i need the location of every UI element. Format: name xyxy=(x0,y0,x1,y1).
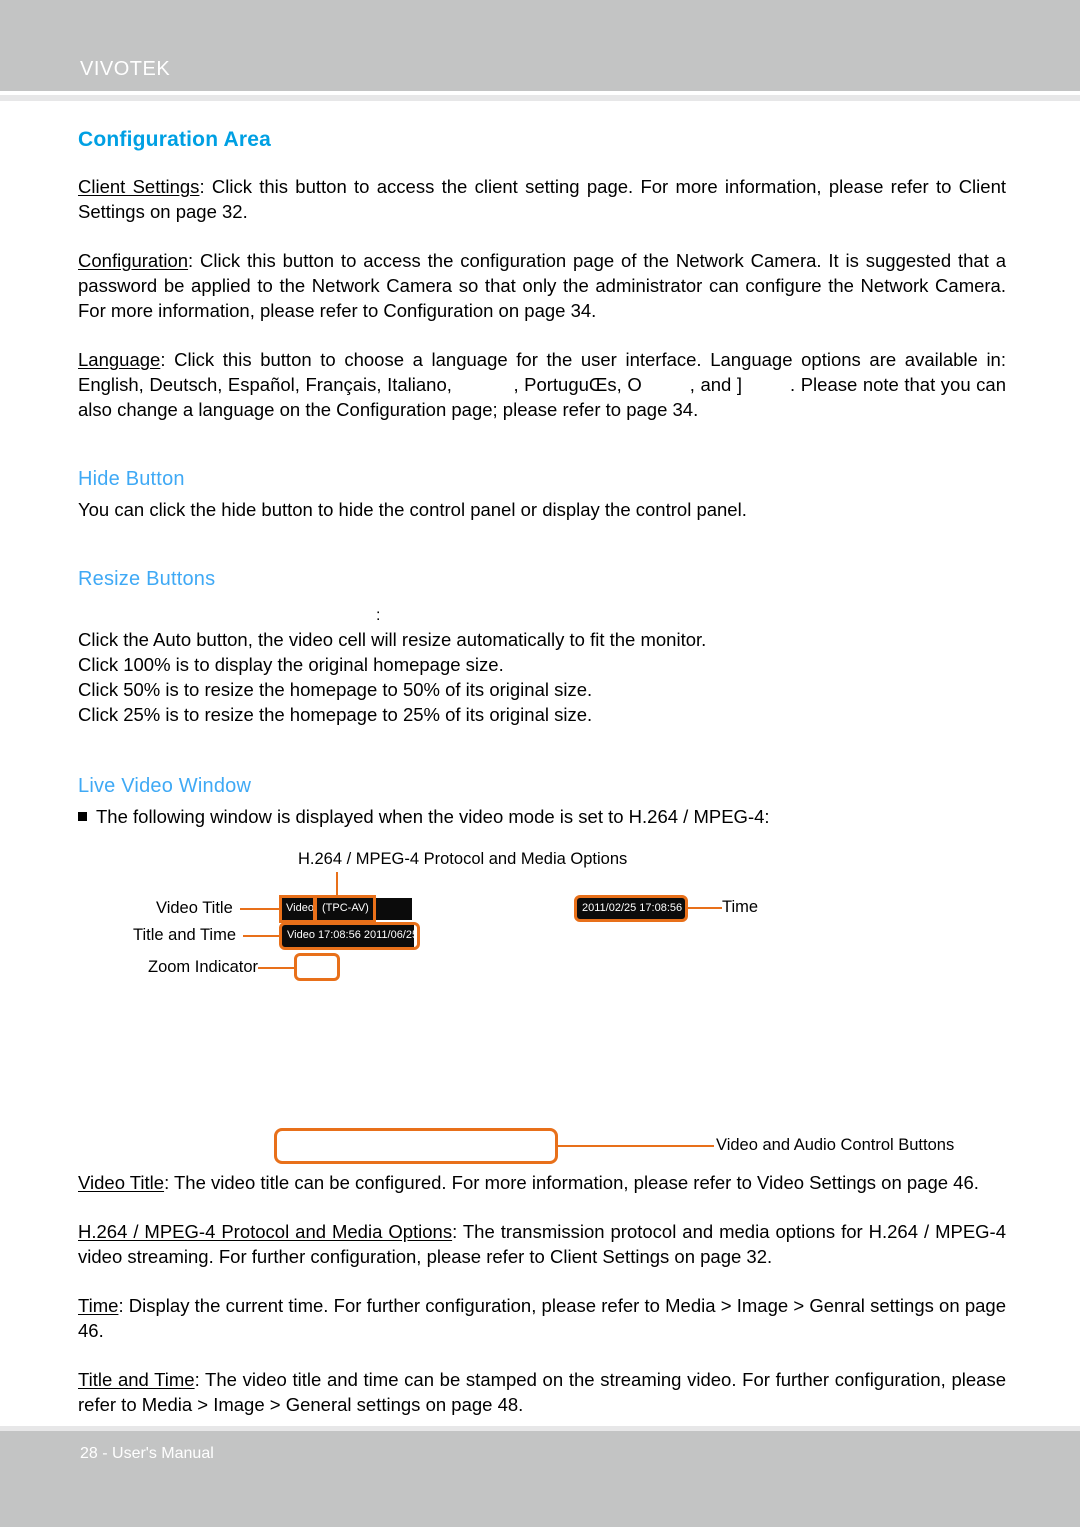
vivotek-logo: VIVOTEK xyxy=(80,58,171,80)
callout-title-and-time: Title and Time xyxy=(133,926,237,944)
paragraph-time-text: : Display the current time. For further … xyxy=(78,1295,1006,1341)
paragraph-title-and-time: Title and Time: The video title and time… xyxy=(78,1367,1006,1417)
paragraph-language: Language: Click this button to choose a … xyxy=(78,347,1006,422)
list-item: Click 25% is to resize the homepage to 2… xyxy=(78,704,593,725)
page-title: Configuration Area xyxy=(78,128,271,151)
paragraph-video-title: Video Title: The video title can be conf… xyxy=(78,1170,1006,1195)
leader-line-title-and-time xyxy=(243,935,281,937)
bullet-live-video-window: The following window is displayed when t… xyxy=(78,804,1006,830)
callout-video-title: Video Title xyxy=(156,899,233,917)
document-content: Configuration Area Client Settings: Clic… xyxy=(78,128,1006,1441)
term-language: Language xyxy=(78,349,161,370)
callout-protocol-media-options: H.264 / MPEG-4 Protocol and Media Option… xyxy=(298,850,628,868)
paragraph-time: Time: Display the current time. For furt… xyxy=(78,1293,1006,1343)
heading-hide-button: Hide Button xyxy=(78,468,185,490)
term-protocol-media-options: H.264 / MPEG-4 Protocol and Media Option… xyxy=(78,1221,453,1242)
square-bullet-icon xyxy=(78,812,87,821)
paragraph-hide-button: You can click the hide button to hide th… xyxy=(78,499,747,520)
highlight-box-zoom-indicator xyxy=(294,953,340,981)
callout-time: Time xyxy=(722,898,759,916)
list-item: Click 50% is to resize the homepage to 5… xyxy=(78,679,593,700)
term-title-and-time: Title and Time xyxy=(78,1369,195,1390)
paragraph-language-text-3: , and ] xyxy=(689,374,743,395)
highlight-box-time xyxy=(574,895,688,922)
leader-line-zoom-indicator xyxy=(258,967,294,969)
highlight-box-video-audio-controls xyxy=(274,1128,558,1164)
paragraph-configuration: Configuration: Click this button to acce… xyxy=(78,248,1006,323)
heading-live-video-window: Live Video Window xyxy=(78,775,252,797)
leader-line-video-title xyxy=(240,908,282,910)
heading-resize-buttons: Resize Buttons xyxy=(78,568,216,590)
paragraph-configuration-text: : Click this button to access the config… xyxy=(78,250,1006,321)
header-divider xyxy=(0,95,1080,101)
paragraph-language-text-2: , PortuguŒs, O xyxy=(513,374,642,395)
highlight-box-protocol-options xyxy=(314,895,376,923)
list-item: Click the Auto button, the video cell wi… xyxy=(78,629,707,650)
paragraph-title-and-time-text: : The video title and time can be stampe… xyxy=(78,1369,1006,1415)
page-header: VIVOTEK xyxy=(0,0,1080,91)
paragraph-video-title-text: : The video title can be configured. For… xyxy=(164,1172,979,1193)
list-item: Click 100% is to display the original ho… xyxy=(78,654,504,675)
highlight-box-video-title xyxy=(279,895,316,923)
resize-buttons-list: Click the Auto button, the video cell wi… xyxy=(78,627,1006,727)
term-video-title: Video Title xyxy=(78,1172,165,1193)
highlight-box-title-and-time xyxy=(279,922,420,950)
term-time: Time xyxy=(78,1295,119,1316)
leader-line-video-audio-controls xyxy=(558,1145,714,1147)
term-configuration: Configuration xyxy=(78,250,189,271)
paragraph-protocol-media-options: H.264 / MPEG-4 Protocol and Media Option… xyxy=(78,1219,1006,1269)
page-footer: 28 - User's Manual xyxy=(0,1431,1080,1527)
term-client-settings: Client Settings xyxy=(78,176,200,197)
leader-line-time xyxy=(688,907,722,909)
live-video-window-diagram: H.264 / MPEG-4 Protocol and Media Option… xyxy=(78,840,1006,1164)
paragraph-client-settings: Client Settings: Click this button to ac… xyxy=(78,174,1006,224)
bullet-live-video-window-text: The following window is displayed when t… xyxy=(96,806,770,827)
callout-zoom-indicator: Zoom Indicator xyxy=(148,958,259,976)
resize-buttons-image-placeholder: : xyxy=(376,607,381,624)
callout-video-audio-controls: Video and Audio Control Buttons xyxy=(716,1136,955,1154)
footer-page-label: 28 - User's Manual xyxy=(80,1445,214,1462)
paragraph-client-settings-text: : Click this button to access the client… xyxy=(78,176,1006,222)
